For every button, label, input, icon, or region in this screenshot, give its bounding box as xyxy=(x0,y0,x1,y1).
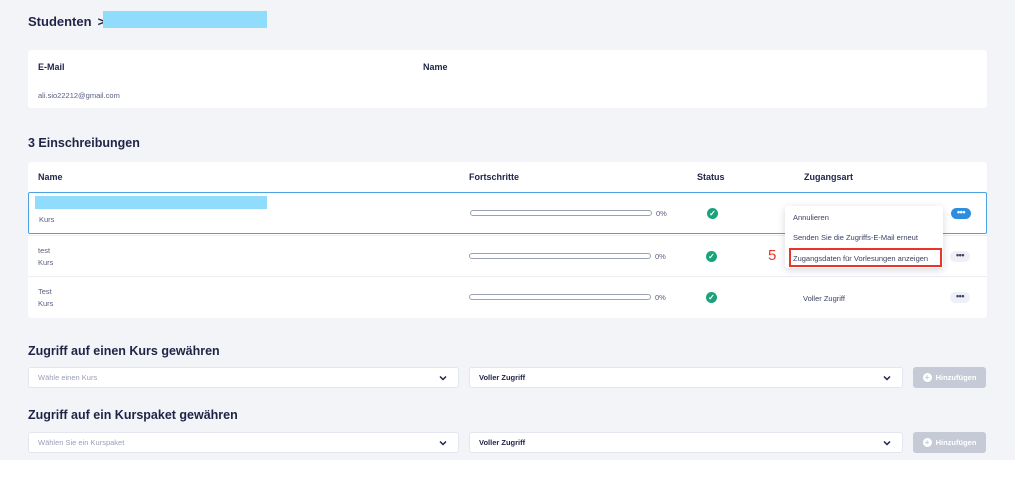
highlight-outline xyxy=(789,248,942,267)
progress-label: 0% xyxy=(656,209,667,218)
bundle-select-placeholder: Wählen Sie ein Kurspaket xyxy=(38,438,125,447)
add-bundle-button[interactable]: + Hinzufügen xyxy=(913,432,986,453)
access-select-value: Voller Zugriff xyxy=(479,373,526,382)
grant-bundle-title: Zugriff auf ein Kurspaket gewähren xyxy=(28,408,238,422)
bundle-select[interactable]: Wählen Sie ein Kurspaket xyxy=(28,432,459,453)
progress-bar xyxy=(469,253,651,259)
redacted-course-name xyxy=(35,196,267,209)
course-select-placeholder: Wähle einen Kurs xyxy=(38,373,98,382)
bundle-access-select[interactable]: Voller Zugriff xyxy=(469,432,903,453)
menu-item-resend-email[interactable]: Senden Sie die Zugriffs-E-Mail erneut xyxy=(793,233,918,242)
check-circle-icon: ✓ xyxy=(706,292,717,303)
access-type: Voller Zugriff xyxy=(803,294,845,303)
access-select[interactable]: Voller Zugriff xyxy=(469,367,903,388)
footer-area xyxy=(0,460,1015,494)
student-email: ali.sio22212@gmail.com xyxy=(38,91,120,100)
check-circle-icon: ✓ xyxy=(706,251,717,262)
plus-circle-icon: + xyxy=(922,438,932,447)
chevron-down-icon xyxy=(439,375,447,381)
add-course-label: Hinzufügen xyxy=(935,373,977,382)
plus-circle-icon: + xyxy=(922,373,932,382)
redacted-breadcrumb-student xyxy=(103,11,267,28)
col-progress: Fortschritte xyxy=(469,172,520,182)
bundle-access-value: Voller Zugriff xyxy=(479,438,526,447)
breadcrumb-root[interactable]: Studenten xyxy=(28,14,92,29)
col-access: Zugangsart xyxy=(804,172,854,182)
step-number: 5 xyxy=(768,247,777,264)
enrollments-title: 3 Einschreibungen xyxy=(28,136,140,150)
chevron-down-icon xyxy=(439,440,447,446)
progress-label: 0% xyxy=(655,252,666,261)
course-select[interactable]: Wähle einen Kurs xyxy=(28,367,459,388)
course-type: Kurs xyxy=(39,215,55,224)
table-row[interactable]: Test Kurs 0% ✓ Voller Zugriff ••• xyxy=(28,276,987,318)
course-type: Kurs xyxy=(38,299,54,308)
chevron-down-icon xyxy=(883,375,891,381)
check-circle-icon: ✓ xyxy=(707,208,718,219)
add-bundle-label: Hinzufügen xyxy=(935,438,977,447)
more-horizontal-icon[interactable]: ••• xyxy=(950,292,970,303)
email-header: E-Mail xyxy=(38,62,65,72)
course-type: Kurs xyxy=(38,258,54,267)
add-course-button[interactable]: + Hinzufügen xyxy=(913,367,986,388)
breadcrumb: Studenten > xyxy=(28,13,105,29)
student-info-card: E-Mail Name ali.sio22212@gmail.com xyxy=(28,50,987,108)
name-header: Name xyxy=(423,62,448,72)
course-name: Test xyxy=(38,287,52,296)
course-name: test xyxy=(38,246,51,255)
col-status: Status xyxy=(697,172,725,182)
progress-bar xyxy=(469,294,651,300)
progress-bar xyxy=(470,210,652,216)
menu-item-cancel[interactable]: Annulieren xyxy=(793,213,829,222)
col-name: Name xyxy=(38,172,63,182)
chevron-down-icon xyxy=(883,440,891,446)
more-horizontal-icon[interactable]: ••• xyxy=(951,208,971,219)
grant-course-title: Zugriff auf einen Kurs gewähren xyxy=(28,344,220,358)
more-horizontal-icon[interactable]: ••• xyxy=(950,251,970,262)
progress-label: 0% xyxy=(655,293,666,302)
